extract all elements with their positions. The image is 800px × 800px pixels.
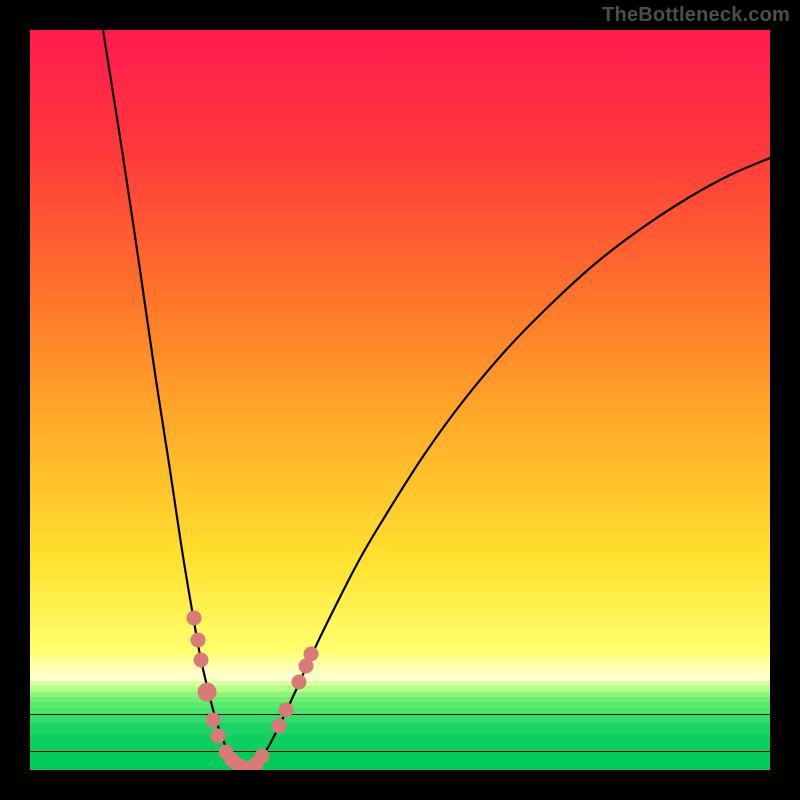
- chart-frame: TheBottleneck.com: [0, 0, 800, 800]
- data-marker: [191, 633, 205, 647]
- data-marker: [198, 683, 216, 701]
- data-marker: [206, 713, 220, 727]
- plot-area: [30, 30, 770, 770]
- data-marker: [255, 749, 269, 763]
- data-marker: [272, 719, 286, 733]
- data-marker: [304, 647, 318, 661]
- data-marker: [194, 653, 208, 667]
- marker-group: [187, 611, 318, 770]
- data-marker: [211, 729, 225, 743]
- curve-left-branch: [103, 30, 247, 770]
- curve-layer: [30, 30, 770, 770]
- data-marker: [187, 611, 201, 625]
- data-marker: [279, 703, 293, 717]
- data-marker: [292, 675, 306, 689]
- curve-right-branch: [247, 158, 770, 770]
- watermark-text: TheBottleneck.com: [602, 4, 790, 27]
